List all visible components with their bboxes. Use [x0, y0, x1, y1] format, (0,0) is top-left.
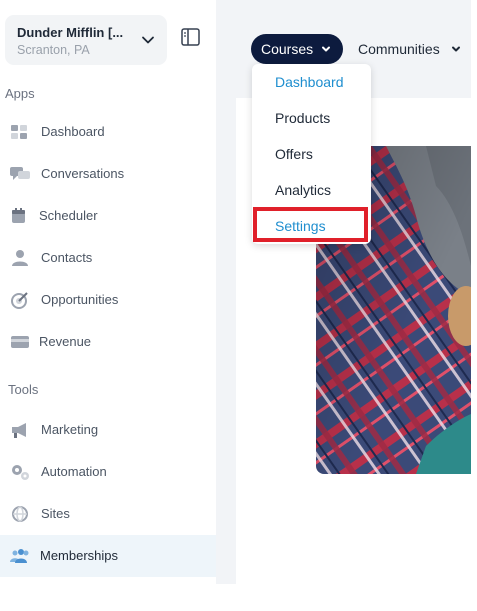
chat-icon [10, 167, 30, 180]
account-location: Scranton, PA [17, 43, 90, 57]
tab-courses[interactable]: Courses [251, 34, 343, 64]
menu-item-label: Dashboard [275, 74, 344, 90]
sidebar-item-label: Scheduler [39, 208, 98, 223]
menu-item-products[interactable]: Products [252, 100, 371, 136]
sidebar-item-label: Marketing [41, 422, 99, 437]
globe-icon [12, 506, 28, 522]
menu-item-label: Products [275, 110, 331, 126]
sidebar-item-label: Memberships [40, 548, 119, 563]
menu-item-analytics[interactable]: Analytics [252, 172, 371, 208]
sidebar-item-label: Sites [41, 506, 70, 521]
sidebar-toggle-icon[interactable] [181, 28, 200, 46]
sidebar-item-revenue[interactable]: Revenue [0, 321, 216, 363]
sidebar-item-contacts[interactable]: Contacts [0, 237, 216, 279]
menu-item-label: Analytics [275, 182, 332, 198]
sidebar-item-automation[interactable]: Automation [0, 451, 216, 493]
menu-item-offers[interactable]: Offers [252, 136, 371, 172]
target-icon [11, 292, 28, 309]
dashboard-icon [11, 125, 27, 139]
sidebar-item-scheduler[interactable]: Scheduler [0, 195, 216, 237]
sidebar-item-memberships[interactable]: Memberships [0, 535, 216, 577]
card-icon [11, 336, 29, 348]
menu-item-label: Offers [275, 146, 313, 162]
chevron-down-icon [322, 46, 330, 52]
group-icon [10, 549, 29, 563]
tab-label: Communities [358, 41, 440, 57]
account-name: Dunder Mifflin [... [17, 25, 124, 40]
menu-item-dashboard[interactable]: Dashboard [252, 64, 371, 100]
settings-highlight-box [253, 207, 368, 242]
sidebar-item-label: Revenue [39, 334, 92, 349]
tab-communities[interactable]: Communities [358, 34, 471, 64]
sidebar-item-conversations[interactable]: Conversations [0, 153, 216, 195]
sidebar-item-dashboard[interactable]: Dashboard [0, 111, 216, 153]
chevron-down-icon [142, 36, 154, 44]
sidebar-item-label: Contacts [41, 250, 93, 265]
sidebar-item-sites[interactable]: Sites [0, 493, 216, 535]
account-switcher[interactable]: Dunder Mifflin [... Scranton, PA [5, 15, 167, 65]
calendar-icon [12, 208, 25, 223]
person-icon [12, 250, 28, 266]
section-apps-label: Apps [5, 86, 35, 101]
right-edge [471, 0, 477, 611]
tab-label: Courses [261, 41, 314, 57]
megaphone-icon [12, 423, 26, 438]
sidebar-item-label: Automation [41, 464, 107, 479]
gears-icon [12, 465, 29, 480]
sidebar-item-label: Dashboard [41, 124, 105, 139]
sidebar: Dunder Mifflin [... Scranton, PA Apps Da… [0, 0, 216, 611]
sidebar-item-opportunities[interactable]: Opportunities [0, 279, 216, 321]
sidebar-item-label: Opportunities [41, 292, 119, 307]
sidebar-item-marketing[interactable]: Marketing [0, 409, 216, 451]
sidebar-item-label: Conversations [41, 166, 125, 181]
section-tools-label: Tools [8, 382, 39, 397]
chevron-down-icon [452, 46, 460, 52]
